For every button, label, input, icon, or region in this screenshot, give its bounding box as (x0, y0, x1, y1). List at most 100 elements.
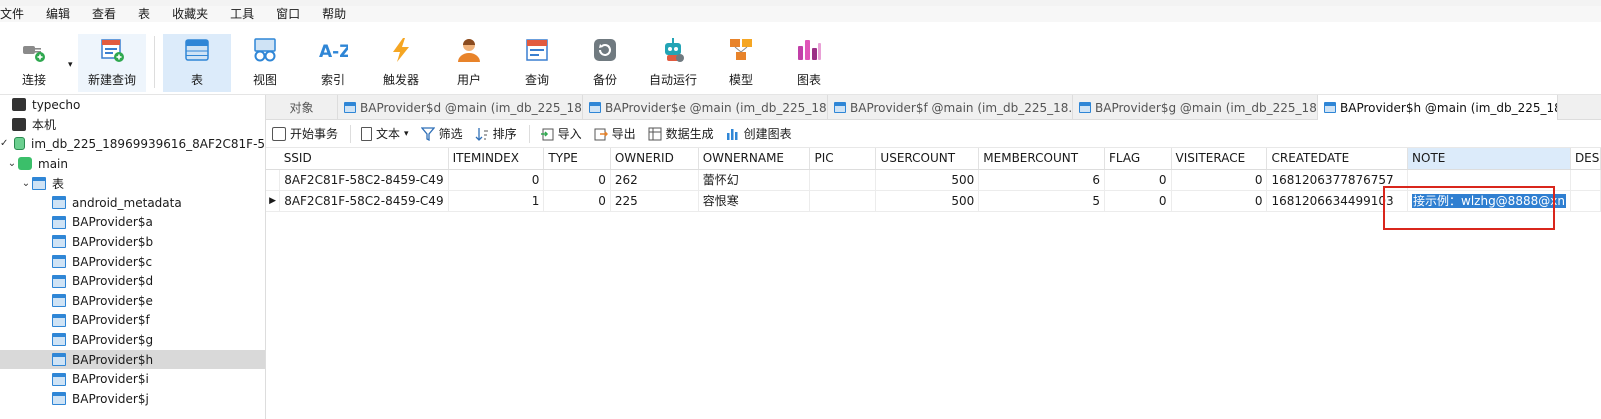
column-header[interactable]: TYPE (543, 148, 611, 170)
menu-edit[interactable]: 编辑 (35, 6, 81, 22)
tree-item-table[interactable]: BAProvider$c (0, 252, 265, 272)
tree-item-database-file[interactable]: ✓ im_db_225_18969939616_8AF2C81F-58C2 (0, 134, 265, 154)
menu-help[interactable]: 帮助 (311, 6, 357, 22)
column-header[interactable]: USERCOUNT (875, 148, 980, 170)
cell[interactable]: 8AF2C81F-58C2-8459-C49 (279, 190, 449, 212)
chevron-down-icon[interactable]: ⌄ (6, 158, 18, 169)
cell[interactable]: 1 (448, 190, 545, 212)
menu-favorites[interactable]: 收藏夹 (161, 6, 219, 22)
tree-item-table[interactable]: BAProvider$j (0, 389, 265, 409)
tree-item-table[interactable]: android_metadata (0, 193, 265, 213)
query-button[interactable]: 查询 (503, 34, 571, 92)
chart-button[interactable]: 图表 (775, 34, 843, 92)
svg-text:A-Z: A-Z (319, 42, 348, 62)
tree-item-label: BAProvider$b (72, 234, 154, 249)
column-header[interactable]: OWNERNAME (698, 148, 811, 170)
create-chart-button[interactable]: 创建图表 (726, 125, 792, 142)
tab-table-e[interactable]: BAProvider$e @main (im_db_225_18... (583, 95, 828, 120)
chevron-down-icon[interactable]: ✓ (0, 138, 8, 149)
cell[interactable] (809, 190, 877, 212)
cell[interactable]: 262 (610, 169, 699, 191)
cell[interactable] (809, 169, 877, 191)
tree-item-table[interactable]: BAProvider$b (0, 232, 265, 252)
cell[interactable]: 6 (978, 169, 1106, 191)
row-marker[interactable] (266, 169, 281, 191)
connect-button[interactable]: 连接 (0, 34, 68, 92)
filter-button[interactable]: 筛选 (420, 125, 463, 142)
cell[interactable]: 0 (543, 190, 611, 212)
data-generation-button[interactable]: 数据生成 (648, 125, 714, 142)
tab-table-d[interactable]: BAProvider$d @main (im_db_225_18... (338, 95, 583, 120)
cell[interactable]: 0 (448, 169, 545, 191)
tree-item-table[interactable]: BAProvider$a (0, 213, 265, 233)
tree-item-label: BAProvider$c (72, 254, 153, 269)
cell[interactable]: 500 (875, 169, 980, 191)
menu-table[interactable]: 表 (127, 6, 161, 22)
cell[interactable]: 0 (1104, 190, 1172, 212)
index-button[interactable]: A-Z 索引 (299, 34, 367, 92)
automation-button[interactable]: 自动运行 (639, 34, 707, 92)
tab-table-g[interactable]: BAProvider$g @main (im_db_225_18... (1073, 95, 1318, 120)
import-button[interactable]: 导入 (540, 125, 582, 142)
tree-item-label: im_db_225_18969939616_8AF2C81F-58C2 (31, 136, 266, 151)
menu-tools[interactable]: 工具 (219, 6, 265, 22)
column-header[interactable]: ITEMINDEX (448, 148, 545, 170)
begin-transaction-button[interactable]: 开始事务 (272, 125, 338, 142)
lightning-icon (386, 35, 416, 65)
cell[interactable]: 8AF2C81F-58C2-8459-C49 (279, 169, 449, 191)
new-query-button[interactable]: 新建查询 (78, 34, 146, 92)
chevron-down-icon[interactable]: ⌄ (20, 178, 32, 189)
tab-objects[interactable]: 对象 (266, 95, 338, 120)
tree-item-table[interactable]: BAProvider$f (0, 311, 265, 331)
highlight-annotation-box (1383, 186, 1555, 230)
tree-item-table[interactable]: BAProvider$e (0, 291, 265, 311)
column-header[interactable]: SSID (279, 148, 449, 170)
tab-table-h[interactable]: BAProvider$h @main (im_db_225_18... (1318, 95, 1558, 120)
model-button[interactable]: 模型 (707, 34, 775, 92)
cell[interactable]: 5 (978, 190, 1106, 212)
trigger-button[interactable]: 触发器 (367, 34, 435, 92)
column-header[interactable]: CREATEDATE (1266, 148, 1409, 170)
column-header[interactable]: NOTE (1407, 148, 1571, 170)
sort-button[interactable]: 排序 (475, 125, 517, 142)
cell[interactable]: 容恨寒 (698, 190, 811, 212)
tree-item-table[interactable]: BAProvider$d (0, 271, 265, 291)
export-button[interactable]: 导出 (594, 125, 636, 142)
column-header[interactable]: PIC (809, 148, 877, 170)
tree-item-table[interactable]: BAProvider$i (0, 369, 265, 389)
tree-item-tables-folder[interactable]: ⌄ 表 (0, 173, 265, 193)
cell[interactable]: 0 (543, 169, 611, 191)
column-header[interactable]: MEMBERCOUNT (978, 148, 1106, 170)
tree-item-table-selected[interactable]: BAProvider$h (0, 349, 265, 370)
text-view-button[interactable]: 文本 ▾ (361, 125, 409, 142)
cell[interactable] (1570, 190, 1601, 212)
cell[interactable]: 0 (1104, 169, 1172, 191)
cell[interactable]: 225 (610, 190, 699, 212)
data-toolbar: 开始事务 文本 ▾ 筛选 排序 导入 导出 数据生成 创建图表 (266, 120, 1601, 148)
tree-item-typecho[interactable]: typecho (0, 95, 265, 115)
connect-dropdown-icon[interactable]: ▾ (68, 60, 78, 70)
backup-button[interactable]: 备份 (571, 34, 639, 92)
chevron-down-icon[interactable]: ▾ (404, 129, 409, 139)
cell[interactable] (1570, 169, 1601, 191)
sqlite-icon (14, 137, 25, 151)
column-header[interactable]: VISITERACE (1171, 148, 1268, 170)
tree-item-local[interactable]: 本机 (0, 115, 265, 135)
view-button[interactable]: 视图 (231, 34, 299, 92)
cell[interactable]: 0 (1171, 169, 1268, 191)
cell[interactable]: 0 (1171, 190, 1268, 212)
column-header[interactable]: OWNERID (610, 148, 699, 170)
cell[interactable]: 蕾怀幻 (698, 169, 811, 191)
menu-view[interactable]: 查看 (81, 6, 127, 22)
current-row-arrow-icon[interactable]: ▶ (266, 190, 281, 212)
column-header[interactable]: FLAG (1104, 148, 1172, 170)
tab-table-f[interactable]: BAProvider$f @main (im_db_225_18... (828, 95, 1073, 120)
user-button[interactable]: 用户 (435, 34, 503, 92)
cell[interactable]: 500 (875, 190, 980, 212)
table-button[interactable]: 表 (163, 34, 231, 92)
column-header[interactable]: DES (1570, 148, 1601, 170)
menu-file[interactable]: 文件 (0, 6, 35, 22)
menu-window[interactable]: 窗口 (265, 6, 311, 22)
tree-item-table[interactable]: BAProvider$g (0, 330, 265, 350)
tree-item-schema-main[interactable]: ⌄ main (0, 154, 265, 174)
